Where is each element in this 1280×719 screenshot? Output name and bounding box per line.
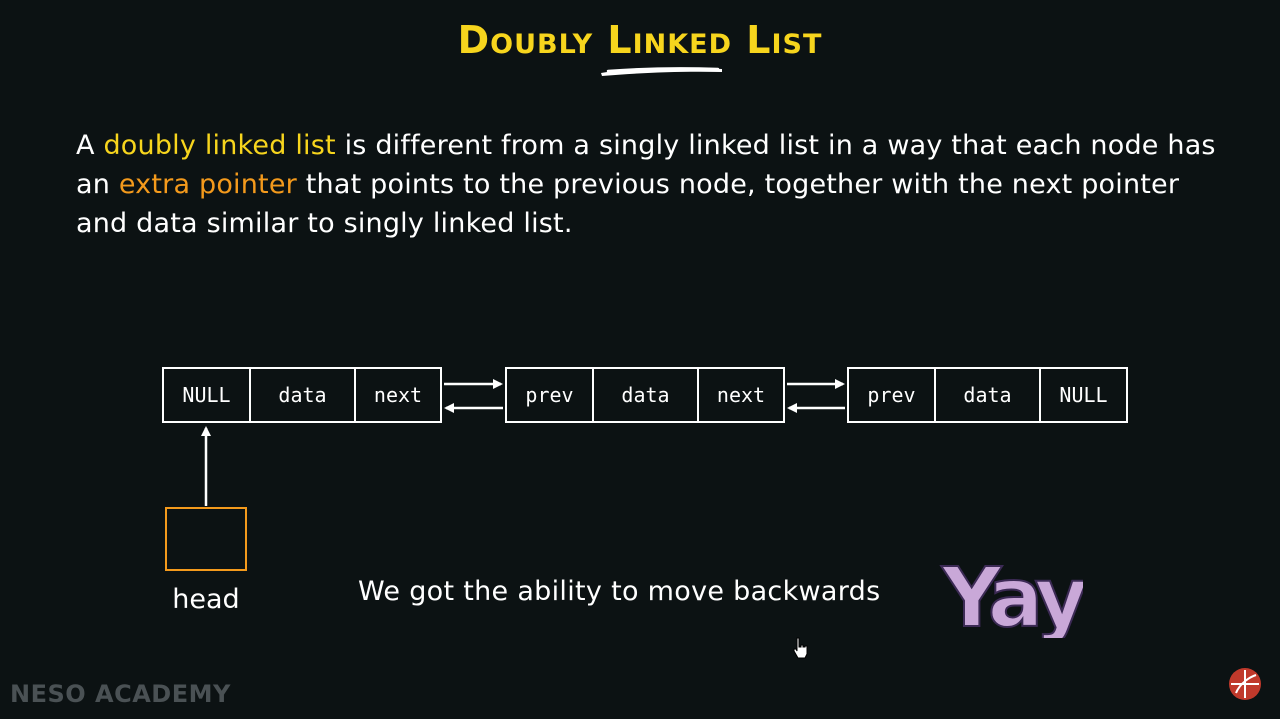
neso-logo-icon bbox=[1229, 668, 1261, 700]
hand-pointer-icon bbox=[793, 637, 808, 659]
neso-academy-watermark: NESO ACADEMY bbox=[10, 680, 231, 708]
head-label: head bbox=[172, 584, 240, 615]
head-pointer-box bbox=[165, 507, 247, 571]
caption-text: We got the ability to move backwards bbox=[358, 576, 881, 607]
yay-exclamation-graphic: Yay! bbox=[940, 550, 1083, 638]
yay-exclamation-text: Yay! bbox=[941, 551, 1083, 638]
